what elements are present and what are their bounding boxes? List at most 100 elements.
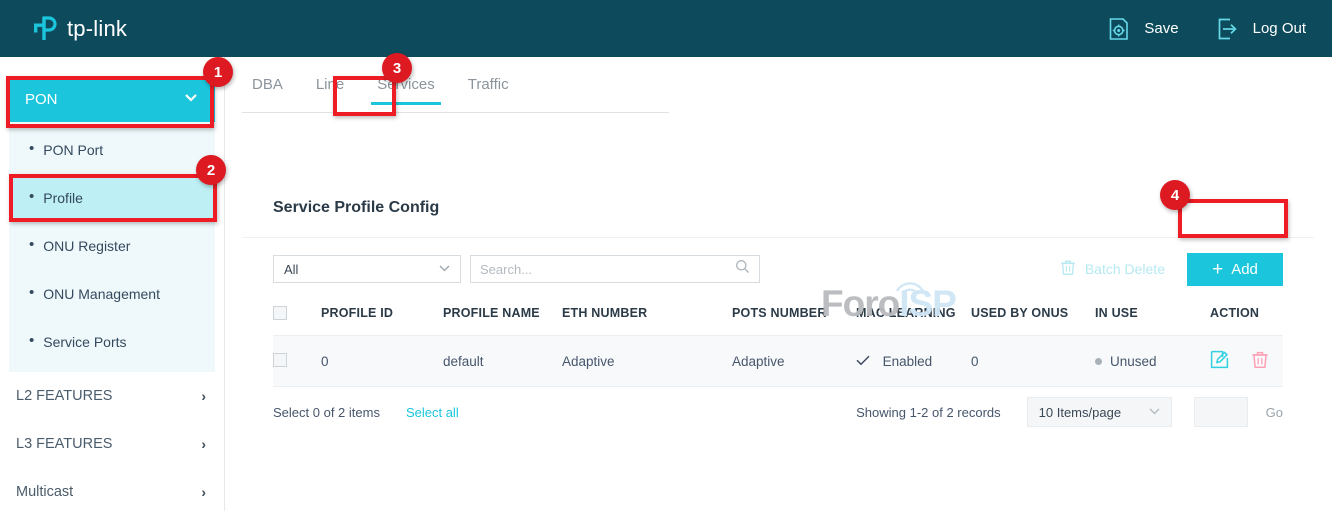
tplink-logo-icon [30, 14, 60, 44]
add-button[interactable]: + Add [1187, 253, 1283, 286]
select-all-checkbox[interactable] [273, 306, 287, 320]
column-action: ACTION [1210, 300, 1283, 336]
sidebar-item-label: ONU Management [43, 286, 160, 302]
sidebar-item-label: ONU Register [43, 238, 130, 254]
table-header-row: PROFILE ID PROFILE NAME ETH NUMBER POTS … [273, 300, 1283, 336]
row-checkbox[interactable] [273, 353, 287, 367]
sidebar-item-label: PON Port [43, 142, 103, 158]
annotation-badge-4: 4 [1160, 180, 1190, 210]
chevron-right-icon: › [201, 388, 206, 404]
batch-delete-label: Batch Delete [1085, 261, 1165, 277]
application-window: tp-link S [0, 0, 1332, 511]
sidebar-item-service-ports[interactable]: • Service Ports [9, 318, 215, 366]
sidebar-group-label: L2 FEATURES [16, 388, 112, 404]
toolbar-actions: Batch Delete + Add [1060, 253, 1283, 286]
select-all-link[interactable]: Select all [406, 405, 459, 420]
service-profile-panel: Service Profile Config All [242, 178, 1314, 501]
filter-select-value: All [284, 262, 298, 277]
header-actions: Save Log Out [1070, 16, 1306, 42]
status-dot-icon [1095, 358, 1102, 365]
chevron-right-icon: › [201, 484, 206, 500]
service-profile-table: PROFILE ID PROFILE NAME ETH NUMBER POTS … [273, 300, 1283, 387]
logout-button[interactable]: Log Out [1215, 16, 1306, 42]
edit-icon[interactable] [1210, 350, 1229, 372]
annotation-box-1 [6, 76, 214, 128]
row-select-cell [273, 336, 321, 387]
plus-icon: + [1212, 260, 1223, 279]
page-size-value: 10 Items/page [1039, 405, 1121, 420]
table-body: 0 default Adaptive Adaptive Enabled [273, 336, 1283, 387]
page-size-select[interactable]: 10 Items/page [1027, 397, 1172, 427]
cell-action [1210, 336, 1283, 387]
sidebar-group-multicast[interactable]: Multicast › [0, 468, 224, 511]
delete-icon[interactable] [1251, 350, 1269, 372]
brand-name: tp-link [67, 16, 127, 42]
batch-delete-button[interactable]: Batch Delete [1060, 259, 1165, 279]
annotation-badge-2: 2 [196, 155, 226, 185]
logout-arrow-icon [1215, 16, 1241, 42]
save-label: Save [1144, 20, 1178, 37]
sidebar-group-label: L3 FEATURES [16, 436, 112, 452]
column-profile-id: PROFILE ID [321, 300, 443, 336]
sidebar-item-pon-port[interactable]: • PON Port [9, 126, 215, 174]
mac-learning-value: Enabled [883, 354, 933, 369]
logout-label: Log Out [1253, 20, 1306, 37]
column-eth-number: ETH NUMBER [562, 300, 732, 336]
column-in-use: IN USE [1095, 300, 1210, 336]
annotation-badge-3: 3 [382, 53, 412, 83]
search-icon[interactable] [735, 259, 750, 279]
chevron-down-icon [1149, 406, 1160, 418]
sidebar-item-label: Service Ports [43, 334, 126, 350]
cell-used-by-onus: 0 [971, 336, 1095, 387]
cell-pots-number: Adaptive [732, 336, 856, 387]
select-all-header [273, 300, 321, 336]
column-pots-number: POTS NUMBER [732, 300, 856, 336]
tab-dba[interactable]: DBA [242, 76, 293, 104]
sidebar-submenu: • PON Port • Profile • ONU Register • ON… [9, 122, 215, 372]
sidebar-item-onu-management[interactable]: • ONU Management [9, 270, 215, 318]
cell-profile-name: default [443, 336, 562, 387]
table-footer: Select 0 of 2 items Select all Showing 1… [273, 387, 1283, 437]
table-row[interactable]: 0 default Adaptive Adaptive Enabled [273, 336, 1283, 387]
save-button[interactable]: Save [1106, 16, 1178, 42]
search-input[interactable] [480, 262, 735, 277]
annotation-box-3 [333, 76, 396, 116]
cell-mac-learning: Enabled [856, 336, 971, 387]
sidebar-group-l3-features[interactable]: L3 FEATURES › [0, 420, 224, 468]
selection-count-label: Select 0 of 2 items [273, 405, 380, 420]
save-gear-icon [1106, 16, 1132, 42]
annotation-box-2 [9, 174, 217, 222]
go-button[interactable]: Go [1266, 405, 1283, 420]
annotation-badge-1: 1 [203, 57, 233, 87]
top-header-bar: tp-link S [0, 0, 1332, 57]
brand-logo[interactable]: tp-link [30, 14, 127, 44]
check-icon [856, 354, 874, 369]
panel-body: All [242, 238, 1314, 501]
trash-icon [1060, 259, 1076, 279]
filter-select[interactable]: All [273, 255, 461, 283]
cell-in-use: Unused [1095, 336, 1210, 387]
column-mac-learning: MAC LEARNING [856, 300, 971, 336]
column-used-by-onus: USED BY ONUS [971, 300, 1095, 336]
sidebar-group-l2-features[interactable]: L2 FEATURES › [0, 372, 224, 420]
page-title: Service Profile Config [242, 178, 1314, 238]
in-use-value: Unused [1110, 354, 1157, 369]
sidebar-group-label: Multicast [16, 484, 73, 500]
tab-traffic[interactable]: Traffic [458, 76, 519, 104]
table-head: PROFILE ID PROFILE NAME ETH NUMBER POTS … [273, 300, 1283, 336]
chevron-right-icon: › [201, 436, 206, 452]
column-profile-name: PROFILE NAME [443, 300, 562, 336]
chevron-down-icon [439, 263, 450, 275]
records-info-label: Showing 1-2 of 2 records [856, 405, 1001, 420]
cell-eth-number: Adaptive [562, 336, 732, 387]
annotation-box-4 [1178, 199, 1288, 238]
add-button-label: Add [1231, 261, 1258, 278]
table-toolbar: All [273, 238, 1283, 300]
search-box[interactable] [470, 255, 760, 283]
pagination: Showing 1-2 of 2 records 10 Items/page G… [856, 397, 1283, 427]
page-number-input[interactable] [1194, 397, 1248, 427]
sidebar-item-onu-register[interactable]: • ONU Register [9, 222, 215, 270]
main-content: DBA Line Services Traffic Service Profil… [225, 57, 1332, 511]
cell-profile-id: 0 [321, 336, 443, 387]
tab-bar: DBA Line Services Traffic [242, 76, 669, 113]
